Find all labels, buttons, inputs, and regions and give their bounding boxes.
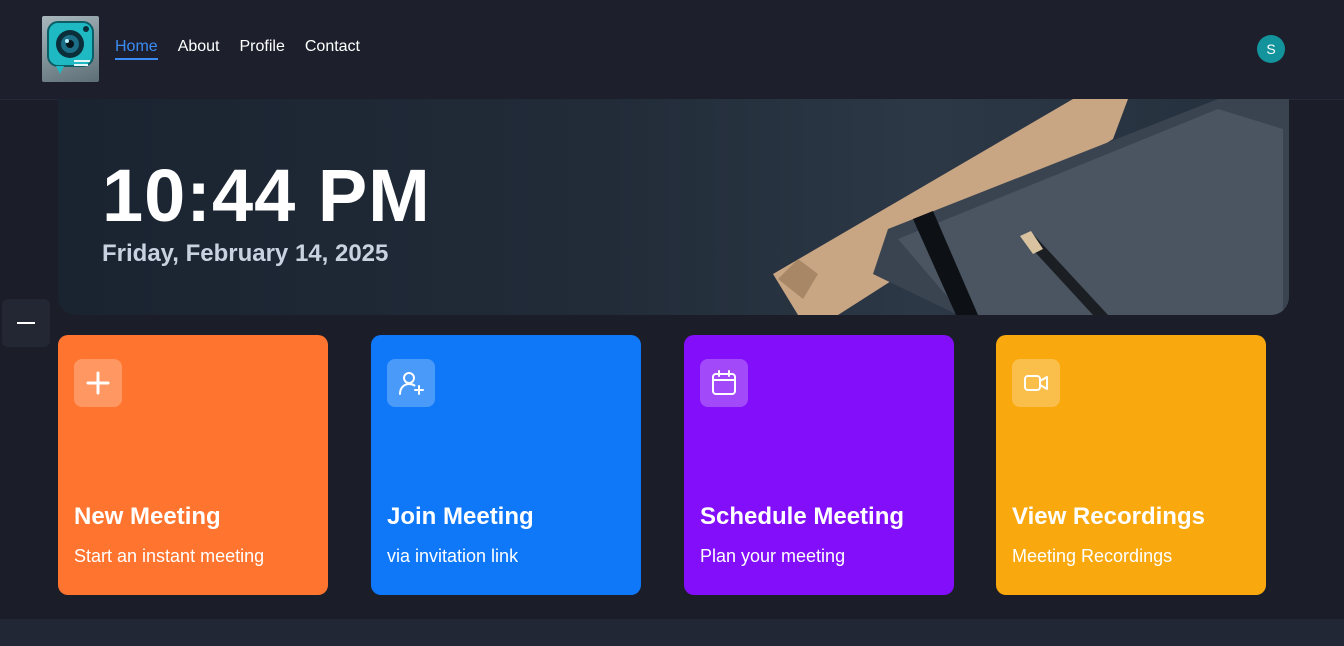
view-recordings-card[interactable]: View Recordings Meeting Recordings <box>996 335 1266 595</box>
new-meeting-card[interactable]: New Meeting Start an instant meeting <box>58 335 328 595</box>
video-icon <box>1012 359 1060 407</box>
card-subtitle: Plan your meeting <box>700 546 846 566</box>
current-time: 10:44 PM <box>102 154 431 237</box>
nav-profile-link[interactable]: Profile <box>240 38 285 60</box>
join-meeting-card[interactable]: Join Meeting via invitation link <box>371 335 641 595</box>
nav-links: Home About Profile Contact <box>115 38 360 60</box>
navbar: Home About Profile Contact S <box>0 0 1344 100</box>
user-avatar[interactable]: S <box>1257 35 1285 63</box>
card-subtitle: via invitation link <box>387 546 519 566</box>
nav-about-link[interactable]: About <box>178 38 220 60</box>
calendar-icon <box>700 359 748 407</box>
plus-icon <box>74 359 122 407</box>
nav-home-link[interactable]: Home <box>115 38 158 60</box>
card-subtitle: Start an instant meeting <box>74 546 265 566</box>
footer-band <box>0 619 1344 646</box>
schedule-meeting-card[interactable]: Schedule Meeting Plan your meeting <box>684 335 954 595</box>
user-plus-icon <box>387 359 435 407</box>
card-subtitle: Meeting Recordings <box>1012 546 1173 566</box>
current-date: Friday, February 14, 2025 <box>102 240 389 267</box>
card-title: View Recordings <box>1012 503 1205 530</box>
sidebar-toggle-button[interactable] <box>2 299 50 347</box>
camera-chat-icon[interactable] <box>42 16 99 82</box>
card-title: Join Meeting <box>387 503 534 530</box>
minus-icon <box>17 322 35 324</box>
nav-contact-link[interactable]: Contact <box>305 38 360 60</box>
card-title: Schedule Meeting <box>700 503 905 530</box>
card-title: New Meeting <box>74 503 221 530</box>
